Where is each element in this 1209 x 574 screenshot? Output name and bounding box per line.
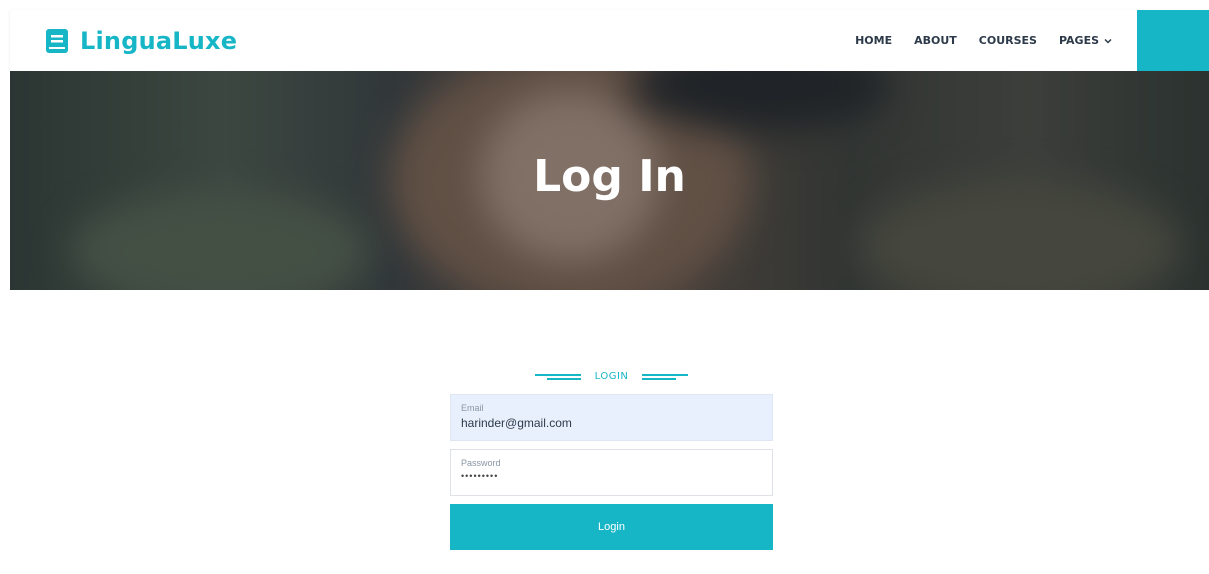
page: LinguaLuxe HOME ABOUT COURSES PAGES Log …: [0, 0, 1209, 574]
email-label: Email: [461, 403, 484, 413]
navbar: LinguaLuxe HOME ABOUT COURSES PAGES: [10, 10, 1209, 71]
email-field[interactable]: Email harinder@gmail.com: [450, 394, 773, 441]
password-value[interactable]: •••••••••: [461, 471, 762, 481]
nav-item-courses[interactable]: COURSES: [979, 34, 1037, 47]
main-nav: HOME ABOUT COURSES PAGES: [833, 10, 1112, 71]
nav-item-pages-label: PAGES: [1058, 34, 1099, 47]
decorative-lines-right: [642, 372, 689, 380]
email-value[interactable]: harinder@gmail.com: [461, 416, 762, 430]
nav-item-home[interactable]: HOME: [855, 34, 892, 47]
decorative-lines-left: [534, 372, 581, 380]
book-icon: [46, 28, 68, 53]
password-label: Password: [461, 458, 501, 468]
login-form: LOGIN Email harinder@gmail.com Password …: [450, 358, 773, 550]
nav-accent-block[interactable]: [1137, 10, 1209, 71]
page-title: Log In: [533, 151, 686, 202]
chevron-down-icon: [1104, 38, 1112, 44]
section-title: LOGIN: [450, 358, 773, 394]
nav-item-pages[interactable]: PAGES: [1059, 34, 1112, 47]
nav-item-about[interactable]: ABOUT: [914, 34, 957, 47]
password-field[interactable]: Password •••••••••: [450, 449, 773, 496]
section-label: LOGIN: [594, 370, 629, 382]
brand-name: LinguaLuxe: [80, 26, 238, 55]
hero-banner: Log In: [10, 71, 1209, 290]
login-button[interactable]: Login: [450, 504, 773, 550]
brand-logo[interactable]: LinguaLuxe: [46, 27, 237, 55]
